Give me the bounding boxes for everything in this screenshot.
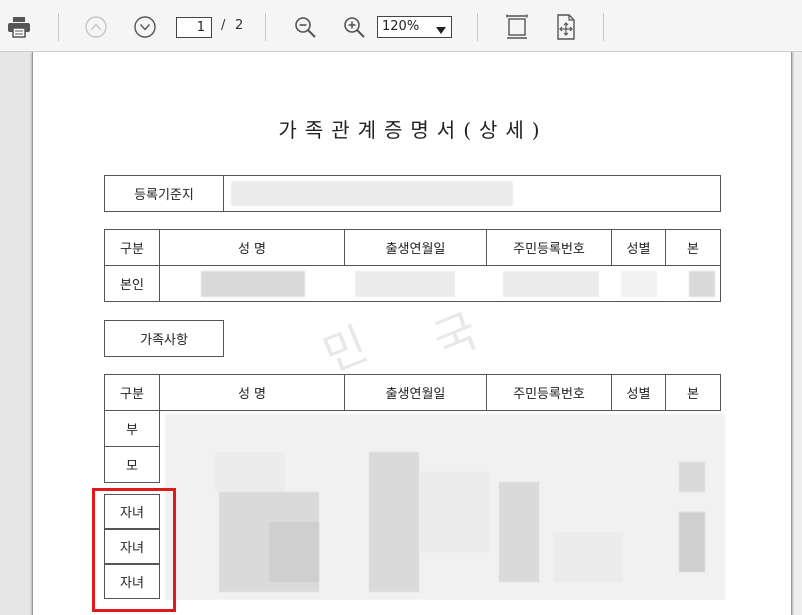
pdf-toolbar: 1 / 2 120% [0, 0, 802, 52]
redacted-self-gender [621, 271, 657, 297]
header-birth: 출생연월일 [344, 374, 487, 411]
dropdown-caret-icon [436, 22, 446, 42]
redacted-registry [231, 181, 513, 206]
next-page-button[interactable] [133, 15, 157, 39]
registry-label: 등록기준지 [104, 175, 224, 212]
toolbar-divider [265, 13, 266, 41]
page-total: 2 [235, 18, 244, 33]
redacted-block [369, 452, 419, 592]
fit-page-icon [506, 14, 528, 39]
family-section-label: 가족사항 [104, 320, 224, 357]
header-gender: 성별 [611, 374, 666, 411]
zoom-in-icon [344, 17, 365, 38]
header-gender: 성별 [611, 229, 666, 266]
move-page-icon [557, 14, 575, 40]
redacted-block [679, 462, 705, 492]
toolbar-divider [477, 13, 478, 41]
header-name: 성 명 [159, 374, 345, 411]
redacted-block [679, 512, 705, 572]
chevron-down-icon [134, 16, 156, 38]
zoom-out-icon [295, 17, 316, 38]
family-row-label: 부 [104, 410, 160, 447]
header-name: 성 명 [159, 229, 345, 266]
previous-page-button[interactable] [84, 15, 108, 39]
header-birth: 출생연월일 [344, 229, 487, 266]
redacted-block [553, 532, 623, 582]
redacted-block [419, 472, 489, 552]
redacted-self-origin [689, 271, 715, 297]
highlight-children-rows [92, 488, 176, 612]
chevron-up-icon [85, 16, 107, 38]
zoom-out-button[interactable] [292, 14, 318, 40]
page-separator: / [221, 18, 226, 33]
print-icon[interactable] [6, 14, 32, 40]
header-resident-number: 주민등록번호 [486, 229, 612, 266]
vertical-scrollbar[interactable] [794, 52, 802, 615]
header-origin: 본 [665, 374, 721, 411]
redacted-block [215, 452, 285, 492]
redacted-block [269, 522, 319, 582]
pan-tool-button[interactable] [552, 13, 580, 41]
self-label: 본인 [104, 265, 160, 302]
toolbar-divider [58, 13, 59, 41]
zoom-value: 120% [382, 19, 420, 34]
zoom-in-button[interactable] [341, 14, 367, 40]
zoom-select[interactable]: 120% [377, 16, 452, 38]
header-origin: 본 [665, 229, 721, 266]
redacted-block [499, 482, 539, 582]
redacted-self-birth [355, 271, 455, 297]
redacted-self-name [201, 271, 305, 297]
header-category: 구분 [104, 229, 160, 266]
document-title: 가족관계증명서(상세) [278, 118, 548, 142]
fit-width-button[interactable] [503, 13, 531, 41]
family-row-label: 모 [104, 446, 160, 483]
header-category: 구분 [104, 374, 160, 411]
redacted-self-number [503, 271, 599, 297]
watermark-char: 국 [425, 302, 486, 369]
toolbar-divider [603, 13, 604, 41]
page-number-input[interactable]: 1 [176, 17, 212, 38]
header-resident-number: 주민등록번호 [486, 374, 612, 411]
